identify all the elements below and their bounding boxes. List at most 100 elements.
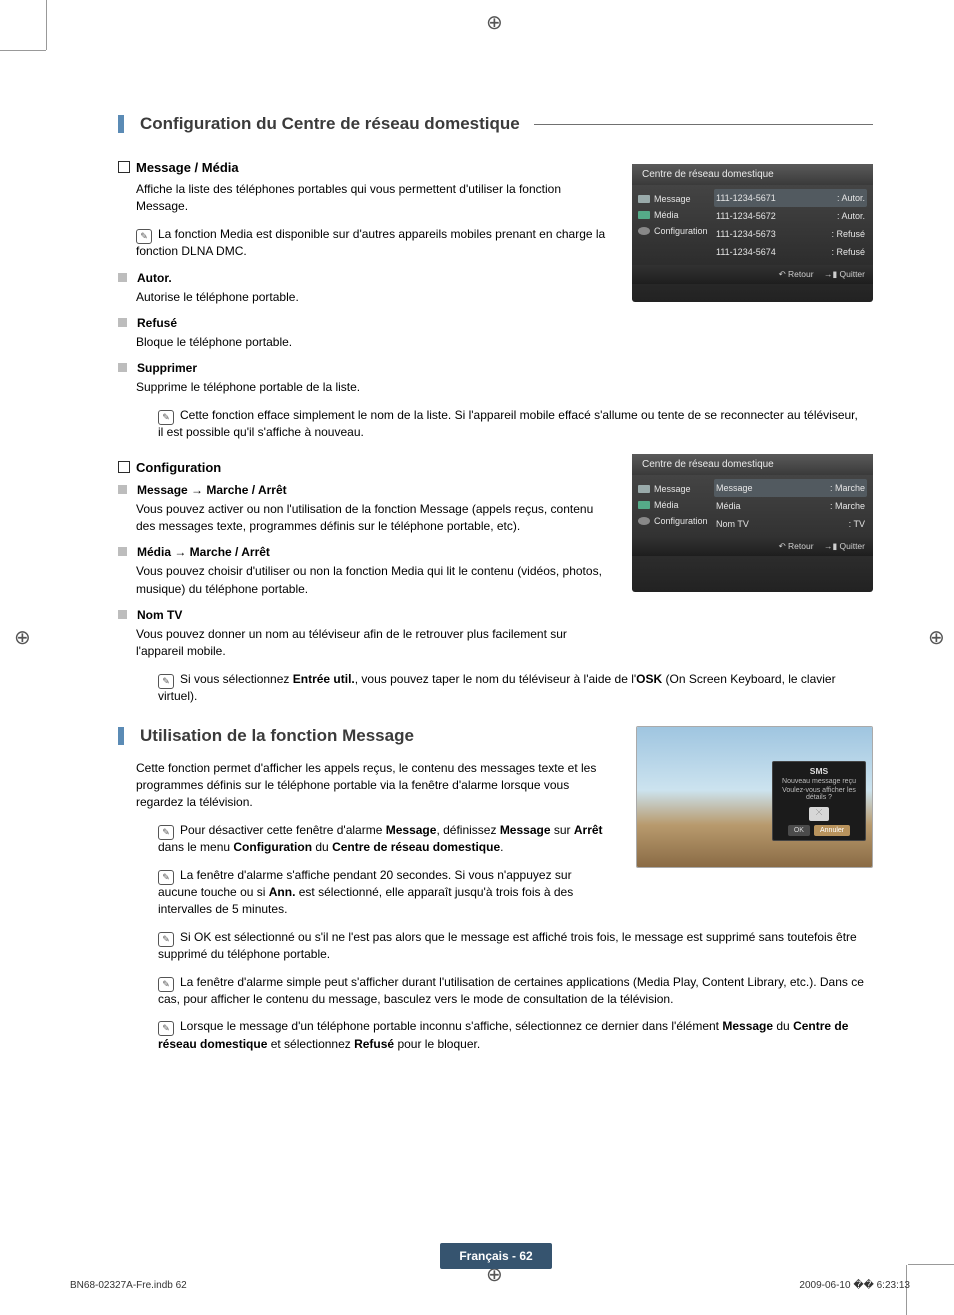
fig1-side-config: Configuration	[638, 223, 708, 239]
section-2-note-5: ✎Lorsque le message d'un téléphone porta…	[158, 1018, 878, 1053]
fig3-ann-button: Annuler	[814, 825, 850, 836]
figure-3: SMS Nouveau message reçu Voulez-vous aff…	[636, 726, 873, 868]
footer-right: 2009-06-10 �� 6:23:13	[799, 1280, 910, 1291]
section-2-note-2: ✎La fenêtre d'alarme s'affiche pendant 2…	[158, 867, 613, 919]
note-icon: ✎	[158, 870, 174, 885]
section-2-body: Cette fonction permet d'afficher les app…	[118, 760, 613, 1053]
section-heading-row: Configuration du Centre de réseau domest…	[118, 114, 873, 134]
fig2-row-3: Nom TV: TV	[714, 515, 867, 533]
note-icon: ✎	[158, 825, 174, 840]
refuse-heading: Refusé	[118, 316, 608, 330]
section-2-note-3: ✎Si OK est sélectionné ou s'il ne l'est …	[158, 929, 858, 964]
fig2-side-config: Configuration	[638, 513, 708, 529]
media-icon	[638, 501, 650, 509]
message-media-heading: Message / Média	[118, 160, 608, 175]
fig2-title: Centre de réseau domestique	[632, 454, 873, 475]
config-nomtv-note: ✎Si vous sélectionnez Entrée util., vous…	[158, 671, 858, 706]
fig3-line2: Voulez-vous afficher les détails ?	[776, 787, 862, 801]
section-2-intro: Cette fonction permet d'afficher les app…	[136, 760, 613, 812]
fig3-ok-button: OK	[788, 825, 810, 836]
config-media-desc: Vous pouvez choisir d'utiliser ou non la…	[136, 563, 608, 598]
config-heading: Configuration	[118, 460, 608, 475]
fig1-row-4: 111-1234-5674: Refusé	[714, 243, 867, 261]
gear-icon	[638, 517, 650, 525]
fig1-side-media: Média	[638, 207, 708, 223]
fig1-row-1: 111-1234-5671: Autor.	[714, 189, 867, 207]
section-2-note-1: ✎Pour désactiver cette fenêtre d'alarme …	[158, 822, 613, 857]
fig3-sms-label: SMS	[776, 766, 862, 776]
mail-icon	[638, 195, 650, 203]
message-media-block: Message / Média Affiche la liste des tél…	[118, 160, 608, 442]
section-2-title: Utilisation de la fonction Message	[140, 726, 414, 746]
page-badge: Français - 62	[440, 1243, 552, 1269]
return-icon: ↶ Retour	[779, 541, 814, 552]
grey-bullet-icon	[118, 273, 127, 282]
config-msg-desc: Vous pouvez activer ou non l'utilisation…	[136, 501, 608, 536]
fig2-row-2: Média: Marche	[714, 497, 867, 515]
fig1-side-message: Message	[638, 191, 708, 207]
envelope-icon	[809, 807, 829, 821]
fig2-footer: ↶ Retour →▮ Quitter	[632, 537, 873, 556]
fig1-main: 111-1234-5671: Autor. 111-1234-5672: Aut…	[708, 185, 873, 265]
configuration-block: Configuration Message → Marche / Arrêt V…	[118, 460, 608, 706]
supprimer-desc: Supprime le téléphone portable de la lis…	[136, 379, 856, 396]
autor-desc: Autorise le téléphone portable.	[136, 289, 608, 306]
section-2-note-4: ✎La fenêtre d'alarme simple peut s'affic…	[158, 974, 878, 1009]
supprimer-heading: Supprimer	[118, 361, 608, 375]
page: ⊕ ⊕ ⊕ ⊕ Configuration du Centre de résea…	[0, 0, 954, 1315]
config-msg-heading: Message → Marche / Arrêt	[118, 483, 608, 497]
grey-bullet-icon	[118, 485, 127, 494]
gear-icon	[638, 227, 650, 235]
note-icon: ✎	[158, 1021, 174, 1036]
square-bullet-icon	[118, 461, 130, 473]
fig2-sidebar: Message Média Configuration	[632, 475, 708, 537]
message-media-desc: Affiche la liste des téléphones portable…	[136, 181, 608, 216]
mail-icon	[638, 485, 650, 493]
crop-mark	[0, 50, 46, 51]
registration-mark-right: ⊕	[928, 625, 945, 650]
note-icon: ✎	[136, 229, 152, 244]
fig1-sidebar: Message Média Configuration	[632, 185, 708, 265]
fig1-row-3: 111-1234-5673: Refusé	[714, 225, 867, 243]
config-nomtv-heading: Nom TV	[118, 608, 608, 622]
fig3-line1: Nouveau message reçu	[776, 778, 862, 785]
grey-bullet-icon	[118, 363, 127, 372]
fig2-side-message: Message	[638, 481, 708, 497]
fig1-row-2: 111-1234-5672: Autor.	[714, 207, 867, 225]
heading-accent	[118, 115, 124, 133]
fig1-footer: ↶ Retour →▮ Quitter	[632, 265, 873, 284]
content-area: Configuration du Centre de réseau domest…	[118, 114, 873, 1063]
grey-bullet-icon	[118, 318, 127, 327]
note-icon: ✎	[158, 674, 174, 689]
figure-2: Centre de réseau domestique Message Médi…	[632, 454, 873, 592]
section-1-title: Configuration du Centre de réseau domest…	[140, 114, 520, 134]
heading-rule	[534, 124, 873, 125]
note-icon: ✎	[158, 932, 174, 947]
registration-mark-top: ⊕	[486, 10, 503, 35]
grey-bullet-icon	[118, 610, 127, 619]
heading-accent	[118, 727, 124, 745]
fig2-side-media: Média	[638, 497, 708, 513]
fig2-row-1: Message: Marche	[714, 479, 867, 497]
note-icon: ✎	[158, 410, 174, 425]
note-icon: ✎	[158, 977, 174, 992]
registration-mark-left: ⊕	[14, 625, 31, 650]
fig1-title: Centre de réseau domestique	[632, 164, 873, 185]
crop-mark	[908, 1264, 954, 1265]
crop-mark	[46, 0, 47, 50]
return-icon: ↶ Retour	[779, 269, 814, 280]
grey-bullet-icon	[118, 547, 127, 556]
fig3-popup: SMS Nouveau message reçu Voulez-vous aff…	[772, 761, 866, 841]
config-media-heading: Média → Marche / Arrêt	[118, 545, 608, 559]
fig2-main: Message: Marche Média: Marche Nom TV: TV	[708, 475, 873, 537]
fig1-body: Message Média Configuration 111-1234-567…	[632, 185, 873, 265]
fig3-buttons: OK Annuler	[776, 825, 862, 836]
supprimer-note: ✎Cette fonction efface simplement le nom…	[158, 407, 858, 442]
message-media-note1: ✎La fonction Media est disponible sur d'…	[136, 226, 608, 261]
fig2-body: Message Média Configuration Message: Mar…	[632, 475, 873, 537]
figure-1: Centre de réseau domestique Message Médi…	[632, 164, 873, 302]
refuse-desc: Bloque le téléphone portable.	[136, 334, 608, 351]
exit-icon: →▮ Quitter	[824, 269, 865, 280]
autor-heading: Autor.	[118, 271, 608, 285]
footer-left: BN68-02327A-Fre.indb 62	[70, 1280, 187, 1291]
